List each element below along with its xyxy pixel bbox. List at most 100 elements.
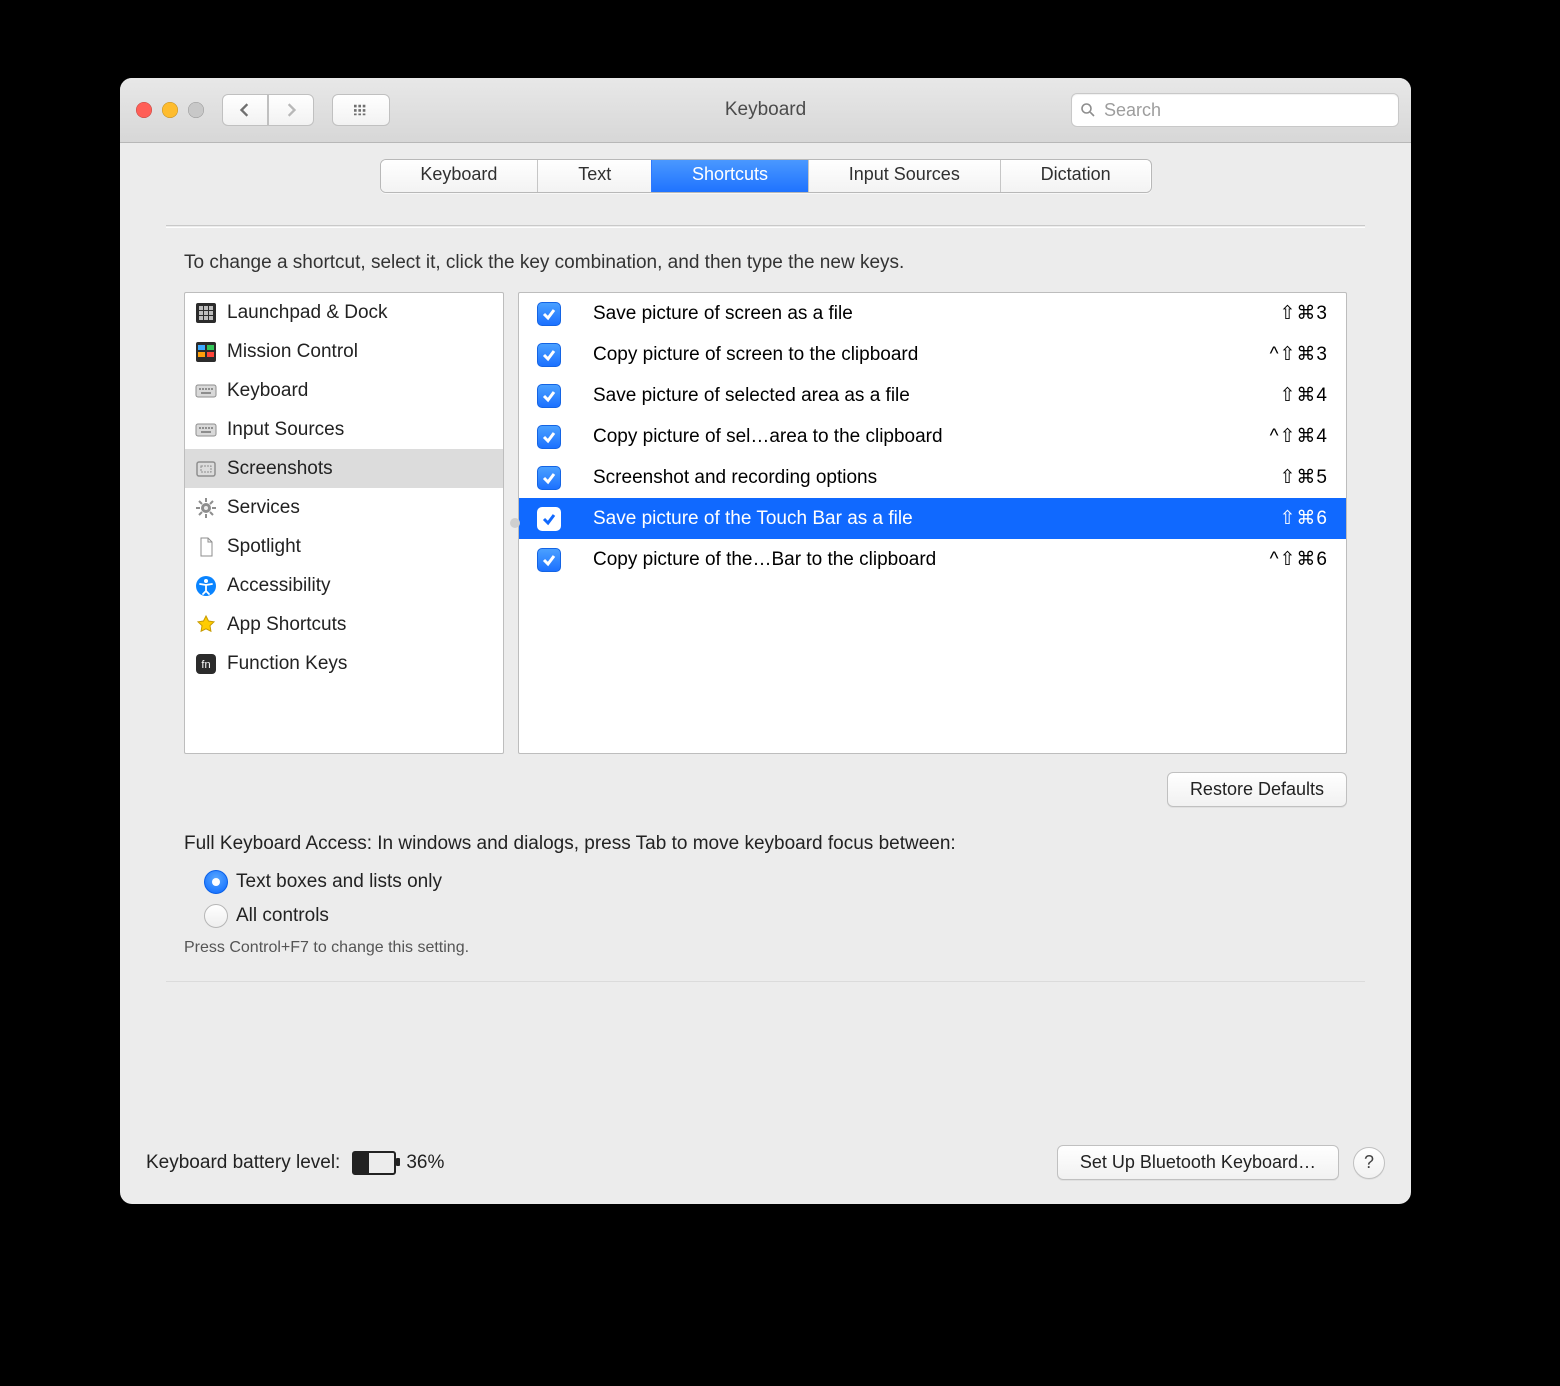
shortcut-checkbox[interactable] xyxy=(537,425,561,449)
screenshot-icon xyxy=(195,458,217,480)
search-icon xyxy=(1080,102,1096,118)
fka-note: Press Control+F7 to change this setting. xyxy=(184,939,1347,957)
shortcut-label: Copy picture of screen to the clipboard xyxy=(593,344,1256,366)
shortcut-label: Screenshot and recording options xyxy=(593,467,1266,489)
footer: Keyboard battery level: 36% Set Up Bluet… xyxy=(120,1127,1411,1204)
shortcut-checkbox[interactable] xyxy=(537,466,561,490)
tab-dictation[interactable]: Dictation xyxy=(1000,160,1151,192)
shortcuts-list[interactable]: Save picture of screen as a file ⇧⌘3 Copy … xyxy=(518,292,1347,754)
shortcut-row[interactable]: Copy picture of sel…area to the clipboar… xyxy=(519,416,1346,457)
category-function-keys[interactable]: fn Function Keys xyxy=(185,644,503,683)
instruction-text: To change a shortcut, select it, click t… xyxy=(184,252,1347,274)
category-accessibility[interactable]: Accessibility xyxy=(185,566,503,605)
fka-title: Full Keyboard Access: In windows and dia… xyxy=(184,833,1347,855)
shortcut-row[interactable]: Save picture of screen as a file ⇧⌘3 xyxy=(519,293,1346,334)
grid-icon xyxy=(354,103,368,117)
content: KeyboardTextShortcutsInput SourcesDictat… xyxy=(120,143,1411,1204)
search-input[interactable] xyxy=(1102,99,1390,122)
category-label: Function Keys xyxy=(227,653,347,675)
restore-defaults-button[interactable]: Restore Defaults xyxy=(1167,772,1347,807)
shortcut-keys[interactable]: ^⇧⌘3 xyxy=(1270,343,1328,366)
shortcut-checkbox[interactable] xyxy=(537,302,561,326)
tab-text[interactable]: Text xyxy=(537,160,651,192)
category-launchpad-dock[interactable]: Launchpad & Dock xyxy=(185,293,503,332)
shortcut-checkbox[interactable] xyxy=(537,507,561,531)
launchpad-icon xyxy=(195,302,217,324)
category-screenshots[interactable]: Screenshots xyxy=(185,449,503,488)
help-button[interactable]: ? xyxy=(1353,1147,1385,1179)
radio-all-controls[interactable]: All controls xyxy=(204,899,1347,933)
setup-bluetooth-button[interactable]: Set Up Bluetooth Keyboard… xyxy=(1057,1145,1339,1180)
shortcut-label: Save picture of screen as a file xyxy=(593,303,1266,325)
shortcut-checkbox[interactable] xyxy=(537,343,561,367)
search-field[interactable] xyxy=(1071,93,1399,127)
radio-label: Text boxes and lists only xyxy=(236,871,442,893)
tab-input-sources[interactable]: Input Sources xyxy=(808,160,1000,192)
splitter-handle[interactable] xyxy=(510,518,520,528)
battery-label: Keyboard battery level: xyxy=(146,1152,340,1174)
app-shortcut-icon xyxy=(195,614,217,636)
fn-icon: fn xyxy=(195,653,217,675)
tab-keyboard[interactable]: Keyboard xyxy=(381,160,538,192)
radio-icon xyxy=(204,870,228,894)
shortcut-label: Save picture of selected area as a file xyxy=(593,385,1266,407)
category-input-sources[interactable]: Input Sources xyxy=(185,410,503,449)
battery-icon xyxy=(352,1151,396,1175)
category-label: Input Sources xyxy=(227,419,344,441)
category-label: Keyboard xyxy=(227,380,308,402)
shortcut-keys[interactable]: ^⇧⌘4 xyxy=(1270,425,1328,448)
category-label: Launchpad & Dock xyxy=(227,302,388,324)
shortcut-label: Save picture of the Touch Bar as a file xyxy=(593,508,1266,530)
category-services[interactable]: Services xyxy=(185,488,503,527)
category-label: Services xyxy=(227,497,300,519)
zoom-button[interactable] xyxy=(188,102,204,118)
shortcut-checkbox[interactable] xyxy=(537,384,561,408)
tab-bar: KeyboardTextShortcutsInput SourcesDictat… xyxy=(380,159,1152,193)
category-spotlight[interactable]: Spotlight xyxy=(185,527,503,566)
window-controls xyxy=(136,102,204,118)
keyboard-icon xyxy=(195,419,217,441)
full-keyboard-access: Full Keyboard Access: In windows and dia… xyxy=(184,833,1347,957)
help-label: ? xyxy=(1364,1152,1374,1173)
setup-bluetooth-label: Set Up Bluetooth Keyboard… xyxy=(1080,1152,1316,1173)
forward-button[interactable] xyxy=(268,94,314,126)
chevron-right-icon xyxy=(284,103,298,117)
svg-text:fn: fn xyxy=(201,659,210,671)
shortcut-row[interactable]: Save picture of the Touch Bar as a file ⇧… xyxy=(519,498,1346,539)
shortcut-row[interactable]: Copy picture of screen to the clipboard ^… xyxy=(519,334,1346,375)
restore-defaults-label: Restore Defaults xyxy=(1190,779,1324,800)
lists: Launchpad & Dock Mission Control Keyboard I… xyxy=(184,292,1347,754)
shortcut-row[interactable]: Copy picture of the…Bar to the clipboard… xyxy=(519,539,1346,580)
shortcut-row[interactable]: Save picture of selected area as a file ⇧… xyxy=(519,375,1346,416)
shortcut-keys[interactable]: ⇧⌘3 xyxy=(1280,302,1329,325)
back-button[interactable] xyxy=(222,94,268,126)
shortcut-row[interactable]: Screenshot and recording options ⇧⌘5 xyxy=(519,457,1346,498)
shortcut-keys[interactable]: ⇧⌘4 xyxy=(1280,384,1329,407)
shortcut-label: Copy picture of the…Bar to the clipboard xyxy=(593,549,1256,571)
category-label: Screenshots xyxy=(227,458,333,480)
tab-shortcuts[interactable]: Shortcuts xyxy=(651,160,808,192)
mission-control-icon xyxy=(195,341,217,363)
radio-label: All controls xyxy=(236,905,329,927)
radio-text-boxes-only[interactable]: Text boxes and lists only xyxy=(204,865,1347,899)
minimize-button[interactable] xyxy=(162,102,178,118)
shortcut-keys[interactable]: ^⇧⌘6 xyxy=(1270,548,1328,571)
chevron-left-icon xyxy=(238,103,252,117)
keyboard-icon xyxy=(195,380,217,402)
preferences-window: Keyboard KeyboardTextShortcutsInput Sour… xyxy=(120,78,1411,1204)
shortcut-checkbox[interactable] xyxy=(537,548,561,572)
categories-list[interactable]: Launchpad & Dock Mission Control Keyboard I… xyxy=(184,292,504,754)
category-label: Accessibility xyxy=(227,575,330,597)
show-all-button[interactable] xyxy=(332,94,390,126)
category-keyboard[interactable]: Keyboard xyxy=(185,371,503,410)
category-app-shortcuts[interactable]: App Shortcuts xyxy=(185,605,503,644)
shortcut-keys[interactable]: ⇧⌘5 xyxy=(1280,466,1329,489)
shortcut-keys[interactable]: ⇧⌘6 xyxy=(1280,507,1329,530)
category-label: Spotlight xyxy=(227,536,301,558)
radio-icon xyxy=(204,904,228,928)
accessibility-icon xyxy=(195,575,217,597)
nav-buttons xyxy=(222,94,314,126)
category-mission-control[interactable]: Mission Control xyxy=(185,332,503,371)
battery-percent: 36% xyxy=(406,1152,444,1174)
close-button[interactable] xyxy=(136,102,152,118)
